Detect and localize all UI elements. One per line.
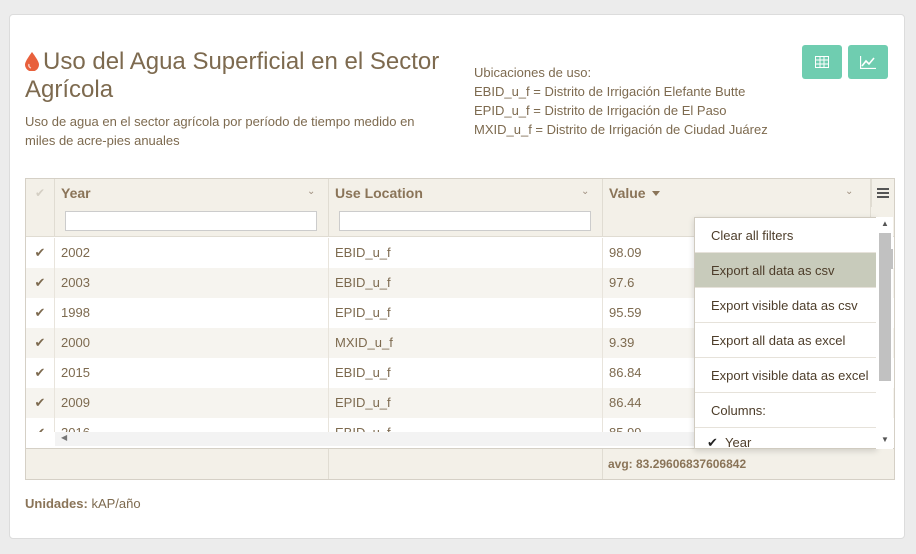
check-icon: ✔ [34, 186, 46, 200]
grid-menu-dropdown: Clear all filters Export all data as csv… [694, 217, 877, 449]
select-all-checkbox[interactable]: ✔ [26, 179, 55, 237]
check-icon[interactable]: ✔ [26, 238, 55, 268]
title-text: Uso del Agua Superficial en el Sector Ag… [25, 48, 440, 103]
legend-item: MXID_u_f = Distrito de Irrigación de Ciu… [474, 122, 768, 137]
column-header-use-location[interactable]: Use Location ⌄ [329, 179, 603, 237]
grid-scroll-thumb[interactable] [884, 249, 893, 269]
year-filter-input[interactable] [65, 211, 317, 231]
widget-card: Uso del Agua Superficial en el Sector Ag… [9, 14, 905, 539]
page-subtitle: Uso de agua en el sector agrícola por pe… [25, 114, 415, 148]
menu-item-column-year[interactable]: ✔ Year [695, 428, 876, 449]
check-icon[interactable]: ✔ [26, 388, 55, 418]
page-title: Uso del Agua Superficial en el Sector Ag… [25, 49, 465, 103]
menu-item-export-visible-excel[interactable]: Export visible data as excel [695, 358, 876, 393]
menu-item-clear-filters[interactable]: Clear all filters [695, 218, 876, 253]
checkmark-icon: ✔ [707, 435, 718, 449]
legend-item: EPID_u_f = Distrito de Irrigación de El … [474, 103, 727, 118]
check-icon[interactable]: ✔ [26, 418, 55, 432]
menu-item-export-visible-csv[interactable]: Export visible data as csv [695, 288, 876, 323]
hamburger-menu-icon [877, 188, 889, 198]
scroll-down-icon[interactable]: ▼ [881, 435, 889, 444]
use-location-filter-input[interactable] [339, 211, 591, 231]
sort-desc-icon [651, 191, 660, 196]
legend-heading: Ubicaciones de uso: [474, 65, 592, 80]
check-icon[interactable]: ✔ [26, 268, 55, 298]
check-icon[interactable]: ✔ [26, 358, 55, 388]
units-note: Unidades: kAP/año [25, 496, 141, 511]
check-icon[interactable]: ✔ [26, 298, 55, 328]
scroll-left-icon[interactable]: ◀ [61, 433, 67, 442]
table-view-button[interactable] [802, 45, 842, 79]
grid-menu-button[interactable] [871, 179, 894, 207]
value-average: avg: 83.29606837606842 [608, 457, 747, 471]
location-legend: Ubicaciones de uso: EBID_u_f = Distrito … [474, 63, 768, 139]
chart-view-button[interactable] [848, 45, 888, 79]
menu-item-export-all-excel[interactable]: Export all data as excel [695, 323, 876, 358]
legend-item: EBID_u_f = Distrito de Irrigación Elefan… [474, 84, 746, 99]
line-chart-icon [860, 55, 876, 69]
grid-footer: avg: 83.29606837606842 [26, 448, 894, 479]
scroll-up-icon[interactable]: ▲ [881, 219, 889, 228]
grid-vertical-scrollbar[interactable] [884, 249, 894, 269]
chevron-down-icon[interactable]: ⌄ [307, 186, 315, 197]
menu-item-export-all-csv[interactable]: Export all data as csv [695, 253, 876, 288]
chevron-down-icon[interactable]: ⌄ [845, 186, 853, 197]
table-icon [815, 56, 829, 68]
chevron-down-icon[interactable]: ⌄ [581, 186, 589, 197]
menu-columns-heading: Columns: [695, 393, 876, 428]
water-drop-icon [25, 51, 39, 77]
check-icon[interactable]: ✔ [26, 328, 55, 358]
column-header-year[interactable]: Year ⌄ [55, 179, 329, 237]
